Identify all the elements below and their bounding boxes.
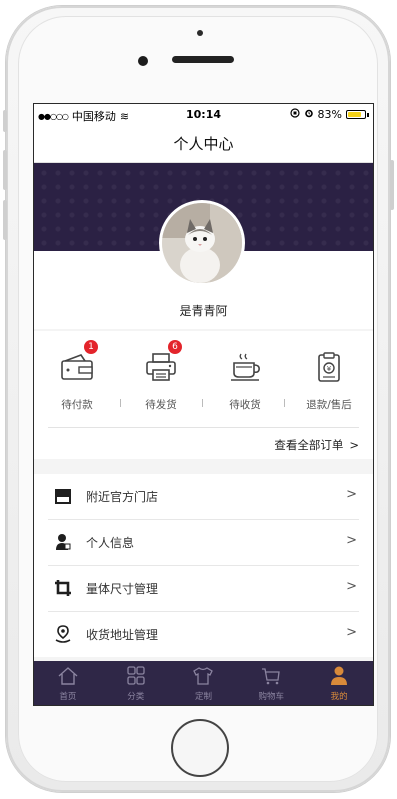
orders-section: 1 待付款 6 待发货 待收货 ¥ 退款/售后 查看全部订单 >	[34, 331, 373, 459]
mute-switch	[3, 110, 7, 132]
store-icon	[55, 489, 71, 504]
front-camera	[138, 56, 148, 66]
tab-home[interactable]: 首页	[34, 661, 102, 705]
avatar[interactable]	[159, 200, 245, 286]
tab-cart[interactable]: 购物车	[237, 661, 305, 705]
menu-label: 收货地址管理	[86, 628, 159, 642]
order-pending-payment[interactable]: 1 待付款	[42, 331, 112, 429]
battery-icon	[346, 110, 366, 119]
battery-tip	[367, 112, 369, 117]
order-pending-receipt[interactable]: 待收货	[210, 331, 280, 429]
tab-label: 购物车	[258, 692, 285, 702]
location-icon	[55, 625, 71, 643]
tab-category[interactable]: 分类	[102, 661, 170, 705]
crop-icon	[55, 580, 71, 596]
chevron-right-icon: >	[346, 533, 357, 548]
menu-item-shipping-address[interactable]: 收货地址管理 >	[48, 612, 359, 657]
view-all-orders-label: 查看全部订单	[274, 438, 344, 452]
power-button	[390, 160, 394, 210]
home-icon	[58, 667, 78, 685]
order-status-row: 1 待付款 6 待发货 待收货 ¥ 退款/售后	[34, 331, 373, 429]
order-label: 待发货	[145, 399, 177, 411]
order-refund-aftersales[interactable]: ¥ 退款/售后	[294, 331, 364, 429]
cart-icon	[262, 668, 281, 685]
person-icon	[56, 534, 71, 550]
tab-customize[interactable]: 定制	[170, 661, 238, 705]
rotation-lock-icon	[289, 108, 300, 121]
cat-photo	[162, 203, 242, 283]
refund-clipboard-icon: ¥	[318, 352, 340, 382]
status-bar: ●●○○○ 中国移动 ≋ 10:14 83%	[34, 104, 373, 126]
divider	[120, 399, 121, 407]
chevron-right-icon: >	[349, 438, 359, 452]
home-button[interactable]	[171, 719, 229, 777]
coffee-cup-icon	[231, 353, 260, 381]
menu-label: 量体尺寸管理	[86, 582, 159, 596]
battery-percent: 83%	[317, 108, 342, 121]
tab-mine[interactable]: 我的	[305, 661, 373, 705]
proximity-sensor	[197, 30, 203, 36]
tab-label: 我的	[330, 692, 348, 702]
volume-down-button	[3, 200, 7, 240]
order-label: 退款/售后	[306, 399, 352, 411]
divider	[202, 399, 203, 407]
menu-item-personal-info[interactable]: 个人信息 >	[48, 520, 359, 566]
svg-text:¥: ¥	[327, 365, 332, 373]
chevron-right-icon: >	[346, 579, 357, 594]
divider	[284, 399, 285, 407]
settings-menu: 附近官方门店 > 个人信息 > 量体尺寸管理 > 收货地址管理 >	[34, 474, 373, 657]
tab-label: 分类	[127, 692, 145, 702]
view-all-orders-link[interactable]: 查看全部订单 >	[274, 437, 359, 453]
order-pending-shipment[interactable]: 6 待发货	[126, 331, 196, 429]
app-screen: ●●○○○ 中国移动 ≋ 10:14 83% 个人中心 是青青阿 1 待付款 6…	[33, 103, 374, 706]
grid-icon	[127, 666, 145, 685]
badge-pending-payment: 1	[84, 340, 98, 354]
tab-label: 定制	[194, 692, 212, 702]
menu-label: 附近官方门店	[86, 490, 159, 504]
chevron-right-icon: >	[346, 487, 357, 502]
order-label: 待付款	[61, 399, 93, 411]
menu-item-nearby-stores[interactable]: 附近官方门店 >	[48, 474, 359, 520]
menu-label: 个人信息	[86, 536, 135, 550]
shirt-icon	[193, 667, 214, 685]
badge-pending-shipment: 6	[168, 340, 182, 354]
volume-up-button	[3, 150, 7, 190]
page-title: 个人中心	[34, 126, 373, 163]
bottom-tab-bar: 首页 分类 定制 购物车 我的	[34, 661, 373, 705]
tab-label: 首页	[59, 692, 77, 702]
wallet-icon	[61, 354, 93, 380]
battery-fill	[348, 112, 361, 117]
printer-icon	[146, 353, 176, 381]
earpiece-speaker	[172, 56, 234, 63]
alarm-icon	[304, 108, 314, 121]
menu-item-body-measurements[interactable]: 量体尺寸管理 >	[48, 566, 359, 612]
user-icon	[331, 666, 348, 685]
chevron-right-icon: >	[346, 625, 357, 640]
divider	[48, 427, 359, 428]
username: 是青青阿	[179, 304, 228, 318]
order-label: 待收货	[229, 399, 261, 411]
